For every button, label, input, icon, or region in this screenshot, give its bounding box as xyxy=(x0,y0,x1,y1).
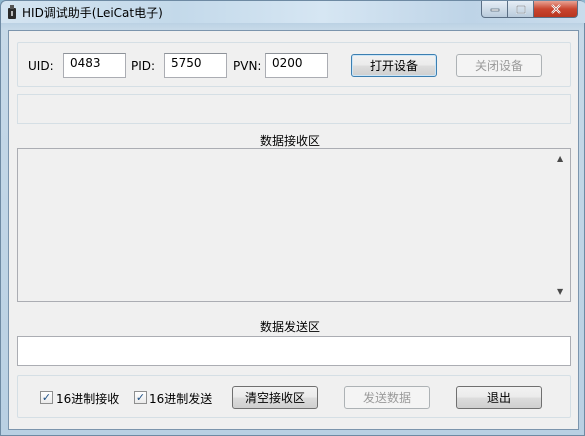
minimize-button[interactable] xyxy=(481,1,508,18)
scroll-down-icon[interactable]: ▼ xyxy=(557,287,563,296)
receive-textarea[interactable]: ▲ ▼ xyxy=(17,148,571,302)
check-icon: ✓ xyxy=(41,391,52,404)
uid-input[interactable]: 0483 xyxy=(63,53,126,78)
window-title: HID调试助手(LeiCat电子) xyxy=(22,6,163,20)
hex-send-label[interactable]: 16进制发送 xyxy=(149,390,212,407)
exit-button[interactable]: 退出 xyxy=(456,386,542,409)
hex-receive-label[interactable]: 16进制接收 xyxy=(56,390,119,407)
clear-receive-button[interactable]: 清空接收区 xyxy=(232,386,318,409)
title-bar[interactable]: HID调试助手(LeiCat电子) xyxy=(1,1,585,23)
pid-input[interactable]: 5750 xyxy=(164,53,227,78)
uid-label: UID: xyxy=(28,59,54,73)
close-button[interactable] xyxy=(534,1,578,18)
client-area: UID: 0483 PID: 5750 PVN: 0200 打开设备 关闭设备 … xyxy=(8,30,579,430)
check-icon: ✓ xyxy=(135,391,146,404)
close-icon xyxy=(550,4,561,14)
receive-scrollbar[interactable]: ▲ ▼ xyxy=(553,149,570,301)
hex-receive-checkbox[interactable]: ✓ xyxy=(40,391,53,404)
send-input[interactable] xyxy=(17,336,571,366)
pvn-label: PVN: xyxy=(233,59,262,73)
hex-send-checkbox[interactable]: ✓ xyxy=(134,391,147,404)
scroll-up-icon[interactable]: ▲ xyxy=(557,154,563,163)
open-device-button[interactable]: 打开设备 xyxy=(351,54,437,77)
usb-icon xyxy=(8,5,16,19)
close-device-button[interactable]: 关闭设备 xyxy=(456,54,542,77)
maximize-icon xyxy=(515,4,526,14)
status-strip xyxy=(17,94,571,124)
device-settings-group: UID: 0483 PID: 5750 PVN: 0200 打开设备 关闭设备 xyxy=(17,42,571,87)
app-window: HID调试助手(LeiCat电子) UID: 0483 PID: 5750 PV… xyxy=(0,0,585,436)
minimize-icon xyxy=(490,8,499,12)
send-data-button[interactable]: 发送数据 xyxy=(344,386,430,409)
maximize-button[interactable] xyxy=(508,1,534,18)
pvn-input[interactable]: 0200 xyxy=(265,53,328,78)
actions-group: ✓ 16进制接收 ✓ 16进制发送 清空接收区 发送数据 退出 xyxy=(17,375,571,418)
send-area-title: 数据发送区 xyxy=(260,320,321,334)
pid-label: PID: xyxy=(131,59,156,73)
receive-area-title: 数据接收区 xyxy=(260,134,321,148)
